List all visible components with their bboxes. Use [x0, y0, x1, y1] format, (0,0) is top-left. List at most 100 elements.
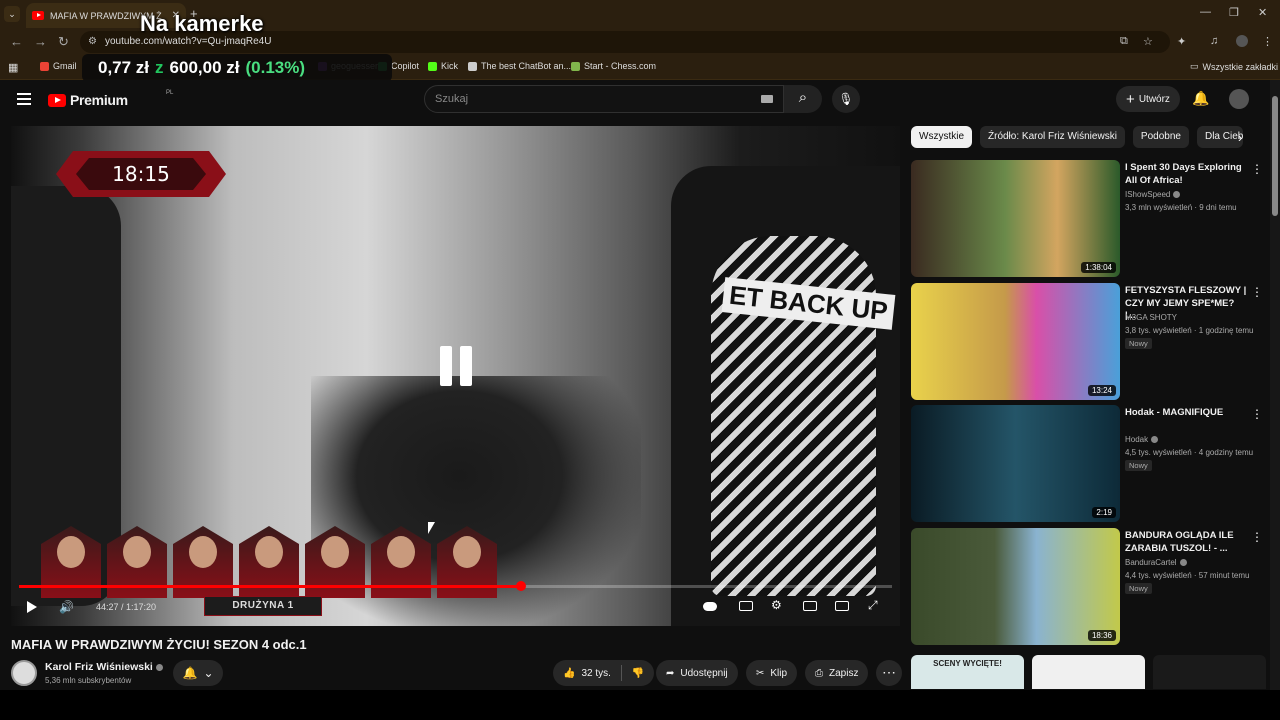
video-player[interactable]: ET BACK UP 18:15 DRUŻYNA 1 🔊 44:27 / 1:1…: [11, 126, 900, 626]
back-icon[interactable]: ←: [10, 34, 23, 49]
duration-badge: 13:24: [1087, 385, 1116, 396]
channel-name[interactable]: IShowSpeed: [1125, 190, 1181, 199]
chip-for-you[interactable]: Dla Ciebie: [1196, 126, 1243, 148]
save-button[interactable]: ⎙ Zapisz: [805, 660, 869, 686]
bookmark-label: Gmail: [53, 61, 77, 71]
bookmark-gmail[interactable]: Gmail: [40, 61, 77, 71]
duration-badge: 18:36: [1087, 630, 1116, 641]
channel-name[interactable]: Hodak: [1125, 435, 1159, 444]
new-badge: Nowy: [1125, 338, 1152, 349]
chatbot-icon: [468, 61, 477, 71]
video-thumbnail[interactable]: 2:19: [911, 405, 1120, 522]
video-title[interactable]: BANDURA OGLĄDA ILE ZARABIA TUSZOL! - ...: [1125, 530, 1247, 555]
more-options-icon[interactable]: ⋮: [1251, 407, 1263, 421]
voice-search-button[interactable]: 🎙: [832, 85, 860, 113]
channel-avatar[interactable]: [11, 660, 37, 686]
share-button[interactable]: ➦ Udostępnij: [656, 660, 738, 686]
chip-all[interactable]: Wszystkie: [911, 126, 972, 148]
bookmark-star-icon[interactable]: ☆: [1143, 35, 1153, 48]
keyboard-icon[interactable]: [761, 95, 773, 103]
play-icon[interactable]: [27, 601, 37, 613]
extensions-icon[interactable]: ✦: [1177, 35, 1186, 48]
channel-name-main[interactable]: Karol Friz Wiśniewski: [45, 661, 163, 673]
like-count[interactable]: 32 tys.: [581, 668, 610, 679]
youtube-favicon-icon: [32, 11, 44, 20]
page-scrollbar[interactable]: [1270, 80, 1280, 690]
miniplayer-icon[interactable]: [803, 601, 817, 611]
recommendation-item[interactable]: 2:19 Hodak - MAGNIFIQUE Hodak 4,5 tys. w…: [911, 405, 1263, 523]
dislike-icon[interactable]: 👎: [632, 668, 644, 679]
url-text[interactable]: youtube.com/watch?v=Qu-jmaqRe4U: [105, 36, 271, 47]
search-input[interactable]: Szukaj: [424, 85, 784, 113]
ticker-amount: 0,77 zł: [98, 58, 150, 77]
video-thumbnail[interactable]: 1:38:04: [911, 160, 1120, 277]
bookmark-kick[interactable]: Kick: [428, 61, 458, 71]
more-actions-button[interactable]: ⋯: [876, 660, 902, 686]
channel-name[interactable]: M3GA SHOTY: [1125, 313, 1177, 322]
chevron-right-icon[interactable]: ›: [1238, 130, 1242, 145]
subtitles-icon[interactable]: [739, 601, 753, 611]
recommendation-item[interactable]: 13:24 FETYSZYSTA FLESZOWY | CZY MY JEMY …: [911, 283, 1263, 401]
create-button[interactable]: + Utwórz: [1116, 86, 1180, 112]
minimize-icon[interactable]: —: [1200, 6, 1211, 18]
video-thumbnail[interactable]: 13:24: [911, 283, 1120, 400]
recommendation-item[interactable]: 18:36 BANDURA OGLĄDA ILE ZARABIA TUSZOL!…: [911, 528, 1263, 646]
media-controls-icon[interactable]: ♫: [1210, 35, 1218, 47]
video-thumbnail[interactable]: [1032, 655, 1145, 689]
scrubber-handle[interactable]: [515, 581, 526, 591]
game-timer-badge: 18:15: [56, 151, 226, 197]
create-label: Utwórz: [1138, 93, 1170, 105]
settings-gear-icon[interactable]: ⚙: [771, 598, 782, 612]
profile-avatar[interactable]: [1236, 35, 1248, 47]
all-bookmarks[interactable]: ▭ Wszystkie zakładki: [1190, 61, 1278, 72]
scrollbar-thumb[interactable]: [1272, 96, 1278, 216]
more-options-icon[interactable]: ⋮: [1251, 530, 1263, 544]
ticker-z: z: [155, 58, 164, 77]
menu-icon[interactable]: [17, 93, 31, 105]
more-options-icon[interactable]: ⋮: [1251, 285, 1263, 299]
chip-source[interactable]: Źródło: Karol Friz Wiśniewski: [980, 126, 1125, 148]
more-recommendations: SCENY WYCIĘTE!: [911, 655, 1266, 689]
video-thumbnail[interactable]: 18:36: [911, 528, 1120, 645]
cast-icon[interactable]: [835, 601, 849, 611]
reload-icon[interactable]: ↻: [58, 34, 69, 50]
thumbnail-text: SCENY WYCIĘTE!: [933, 659, 1002, 668]
folder-icon: ▭: [1190, 61, 1199, 71]
volume-icon[interactable]: 🔊: [59, 600, 74, 614]
apps-grid-icon[interactable]: ▦: [8, 61, 18, 74]
progress-bar[interactable]: [19, 581, 892, 591]
chip-similar[interactable]: Podobne: [1132, 126, 1189, 148]
forward-icon[interactable]: →: [34, 34, 47, 49]
browser-menu-icon[interactable]: ⋮: [1262, 35, 1273, 48]
subscription-bell-button[interactable]: 🔔 ⌄: [173, 660, 223, 686]
video-thumbnail[interactable]: [1153, 655, 1266, 689]
bookmark-chatbot[interactable]: The best ChatBot an...: [468, 61, 571, 71]
pause-icon[interactable]: [436, 346, 476, 392]
site-info-icon[interactable]: ⚙: [88, 36, 97, 47]
verified-icon: [1151, 436, 1159, 444]
fullscreen-icon[interactable]: ⤢: [868, 598, 878, 613]
recommendation-item[interactable]: 1:38:04 I Spent 30 Days Exploring All Of…: [911, 160, 1263, 278]
subscriber-count: 5,36 mln subskrybentów: [45, 676, 132, 685]
video-thumbnail[interactable]: SCENY WYCIĘTE!: [911, 655, 1024, 689]
youtube-logo[interactable]: Premium PL: [48, 90, 173, 108]
video-meta: 3,8 tys. wyświetleń · 1 godzinę temu: [1125, 326, 1254, 335]
more-options-icon[interactable]: ⋮: [1251, 162, 1263, 176]
bookmark-chess[interactable]: Start - Chess.com: [571, 61, 656, 71]
close-window-icon[interactable]: ✕: [1258, 6, 1267, 19]
install-app-icon[interactable]: ⧉: [1120, 35, 1128, 48]
video-title[interactable]: I Spent 30 Days Exploring All Of Africa!: [1125, 162, 1247, 187]
channel-name[interactable]: BanduraCartel: [1125, 558, 1187, 567]
kick-icon: [428, 61, 437, 71]
bookmark-label: Copilot: [391, 61, 420, 71]
video-title[interactable]: Hodak - MAGNIFIQUE: [1125, 407, 1247, 420]
filter-chips: Wszystkie Źródło: Karol Friz Wiśniewski …: [911, 126, 1243, 148]
autoplay-toggle[interactable]: [703, 602, 717, 611]
tab-search-button[interactable]: ⌄: [4, 6, 20, 22]
account-avatar[interactable]: [1229, 89, 1249, 109]
search-button[interactable]: ⌕: [784, 85, 822, 113]
like-icon[interactable]: 👍: [563, 668, 575, 679]
clip-button[interactable]: ✂ Klip: [746, 660, 798, 686]
notifications-bell-icon[interactable]: 🔔: [1192, 90, 1209, 107]
maximize-icon[interactable]: ❐: [1229, 6, 1239, 19]
